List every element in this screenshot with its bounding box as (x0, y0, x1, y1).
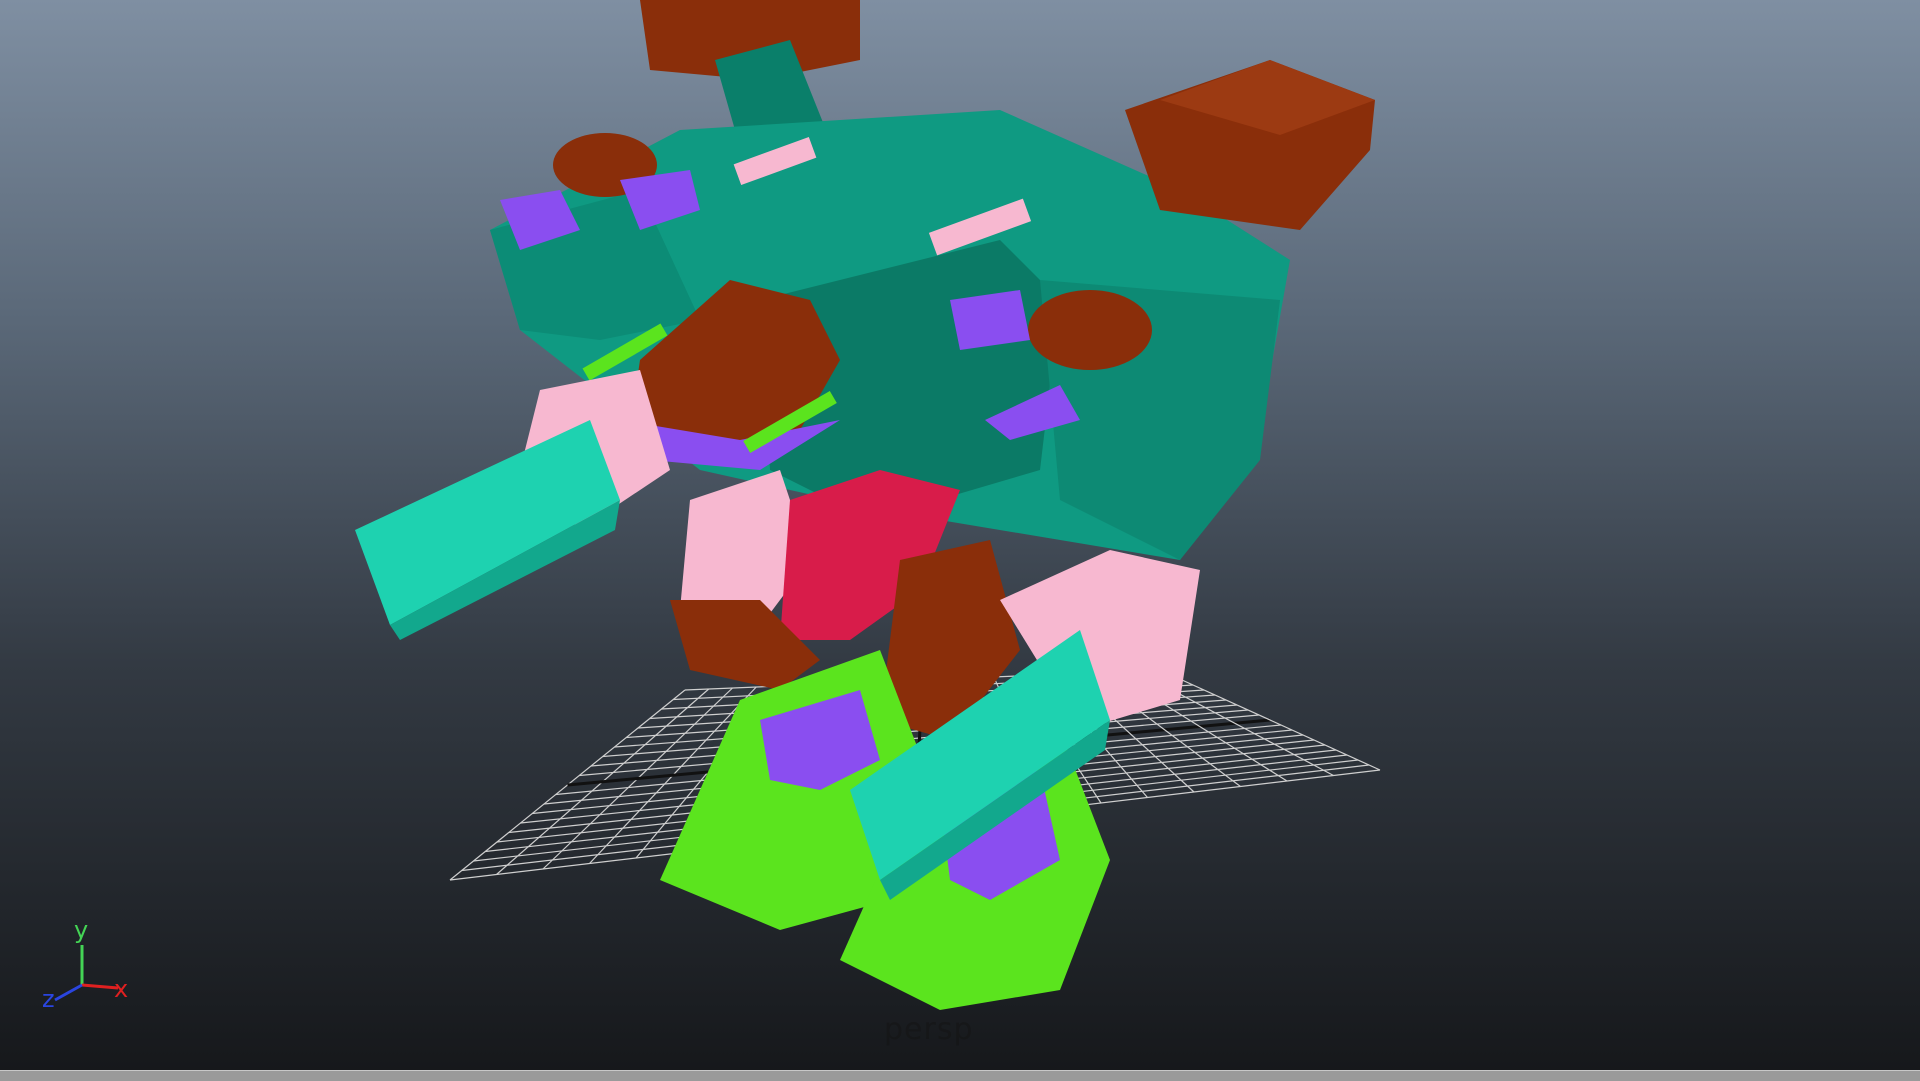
axis-gizmo: y x z (42, 916, 128, 1013)
axis-z-label: z (42, 985, 55, 1013)
axis-x-line (81, 983, 119, 990)
axis-x-label: x (114, 975, 128, 1003)
3d-viewport[interactable]: y x z persp (0, 0, 1920, 1070)
camera-name-label: persp (884, 1012, 974, 1047)
axis-z-line (54, 983, 83, 1002)
scene-render[interactable]: y x z (0, 0, 1920, 1070)
right-turret-cap (1028, 290, 1152, 370)
grid-line (1159, 669, 1381, 771)
robot-model[interactable] (355, 0, 1375, 1010)
axis-y-label: y (74, 916, 88, 944)
right-hand-upper (950, 290, 1030, 350)
viewport-bottom-bar (0, 1070, 1920, 1081)
